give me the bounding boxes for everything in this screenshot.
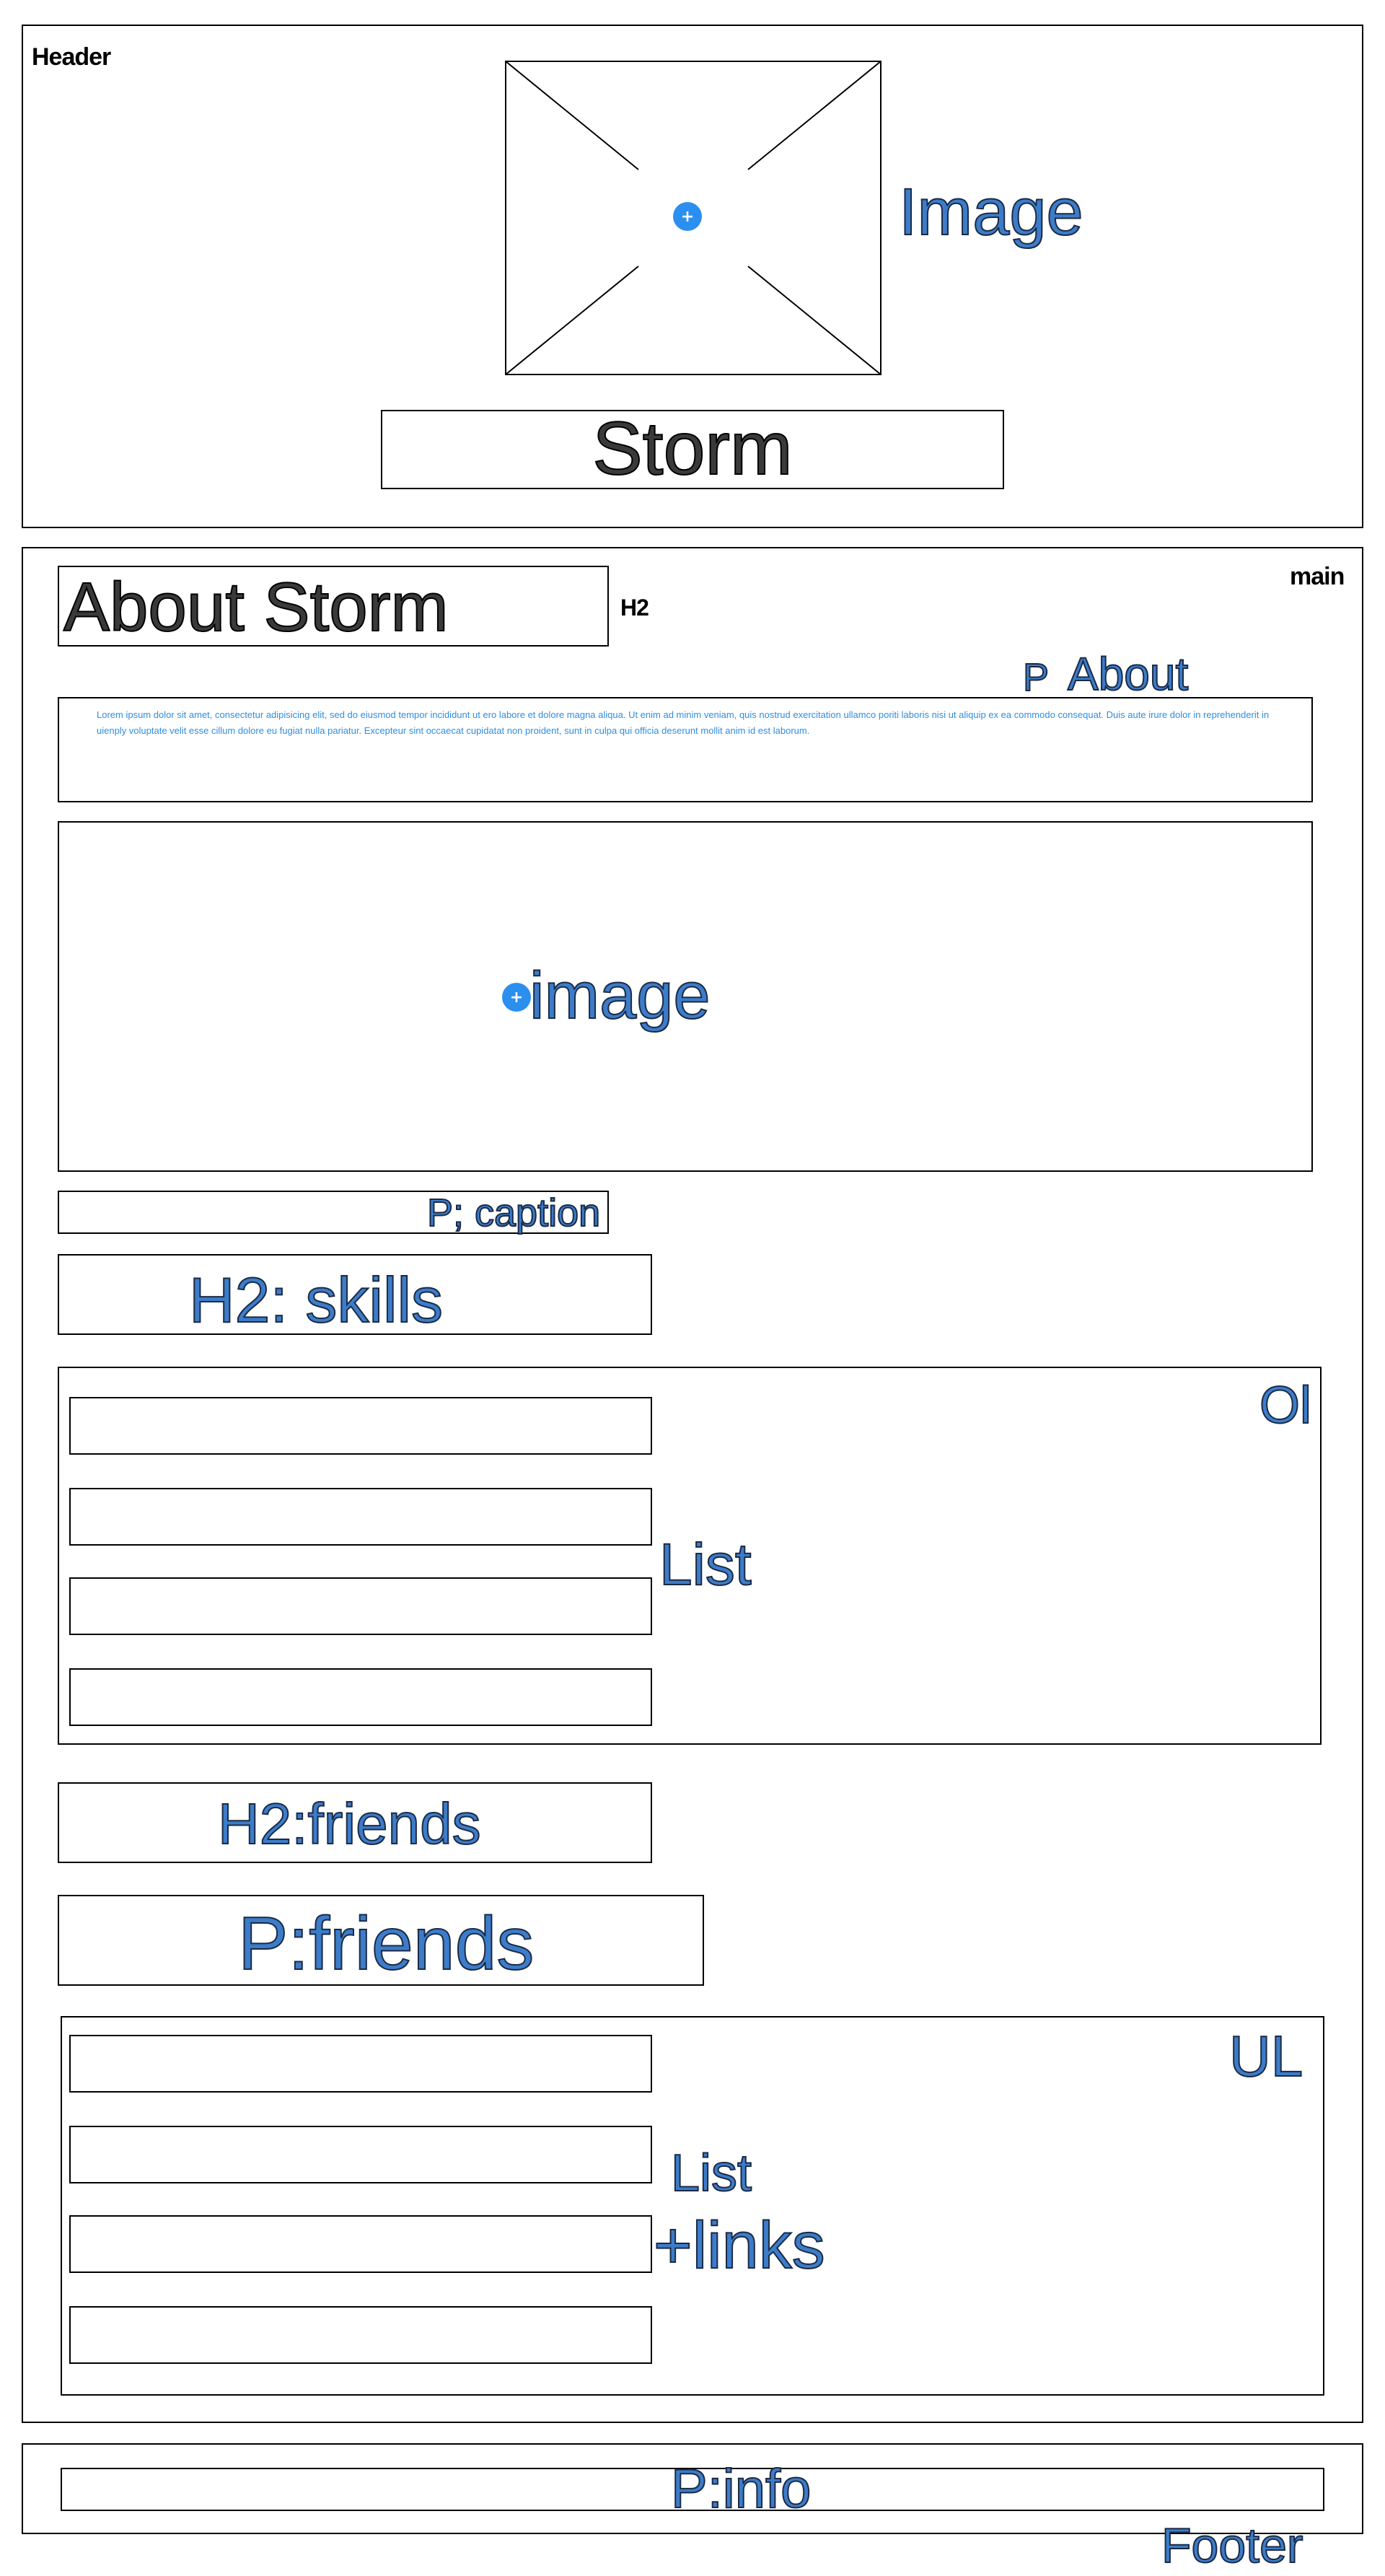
- ul-list-item: [69, 2306, 652, 2364]
- ol-list-item: [69, 1488, 652, 1546]
- footer-label: Footer: [1161, 2518, 1304, 2573]
- friends-p-label: P:friends: [237, 1902, 535, 1986]
- ul-list-item: [69, 2035, 652, 2093]
- ol-list-item: [69, 1397, 652, 1455]
- skills-heading-label: H2: skills: [188, 1264, 444, 1336]
- main-image-plus-icon: +: [502, 983, 531, 1012]
- friends-heading-label: H2:friends: [217, 1792, 482, 1856]
- h2-tag-label: H2: [620, 595, 649, 621]
- p-about-label: About: [1067, 648, 1189, 700]
- header-title: Storm: [592, 407, 793, 491]
- ul-links-label: +links: [653, 2209, 826, 2282]
- main-image-label: image: [529, 959, 711, 1033]
- ol-list-item: [69, 1668, 652, 1726]
- caption-label: P; caption: [426, 1191, 601, 1235]
- ul-list-item: [69, 2215, 652, 2273]
- footer-info-label: P:info: [670, 2458, 812, 2520]
- main-label: main: [1290, 563, 1345, 590]
- p-about-tag: P: [1022, 656, 1050, 699]
- ul-list-label: List: [670, 2145, 752, 2202]
- ol-list-label: List: [659, 1532, 752, 1598]
- ul-tag: UL: [1228, 2024, 1303, 2088]
- ul-list-item: [69, 2126, 652, 2183]
- ol-tag: Ol: [1259, 1377, 1312, 1434]
- header-label: Header: [32, 43, 111, 71]
- header-image-label: Image: [898, 175, 1084, 249]
- p-about-text: Lorem ipsum dolor sit amet, consectetur …: [97, 709, 1270, 736]
- h2-about-text: About Storm: [63, 569, 449, 646]
- ol-list-item: [69, 1577, 652, 1635]
- header-image-plus-icon: +: [673, 202, 702, 231]
